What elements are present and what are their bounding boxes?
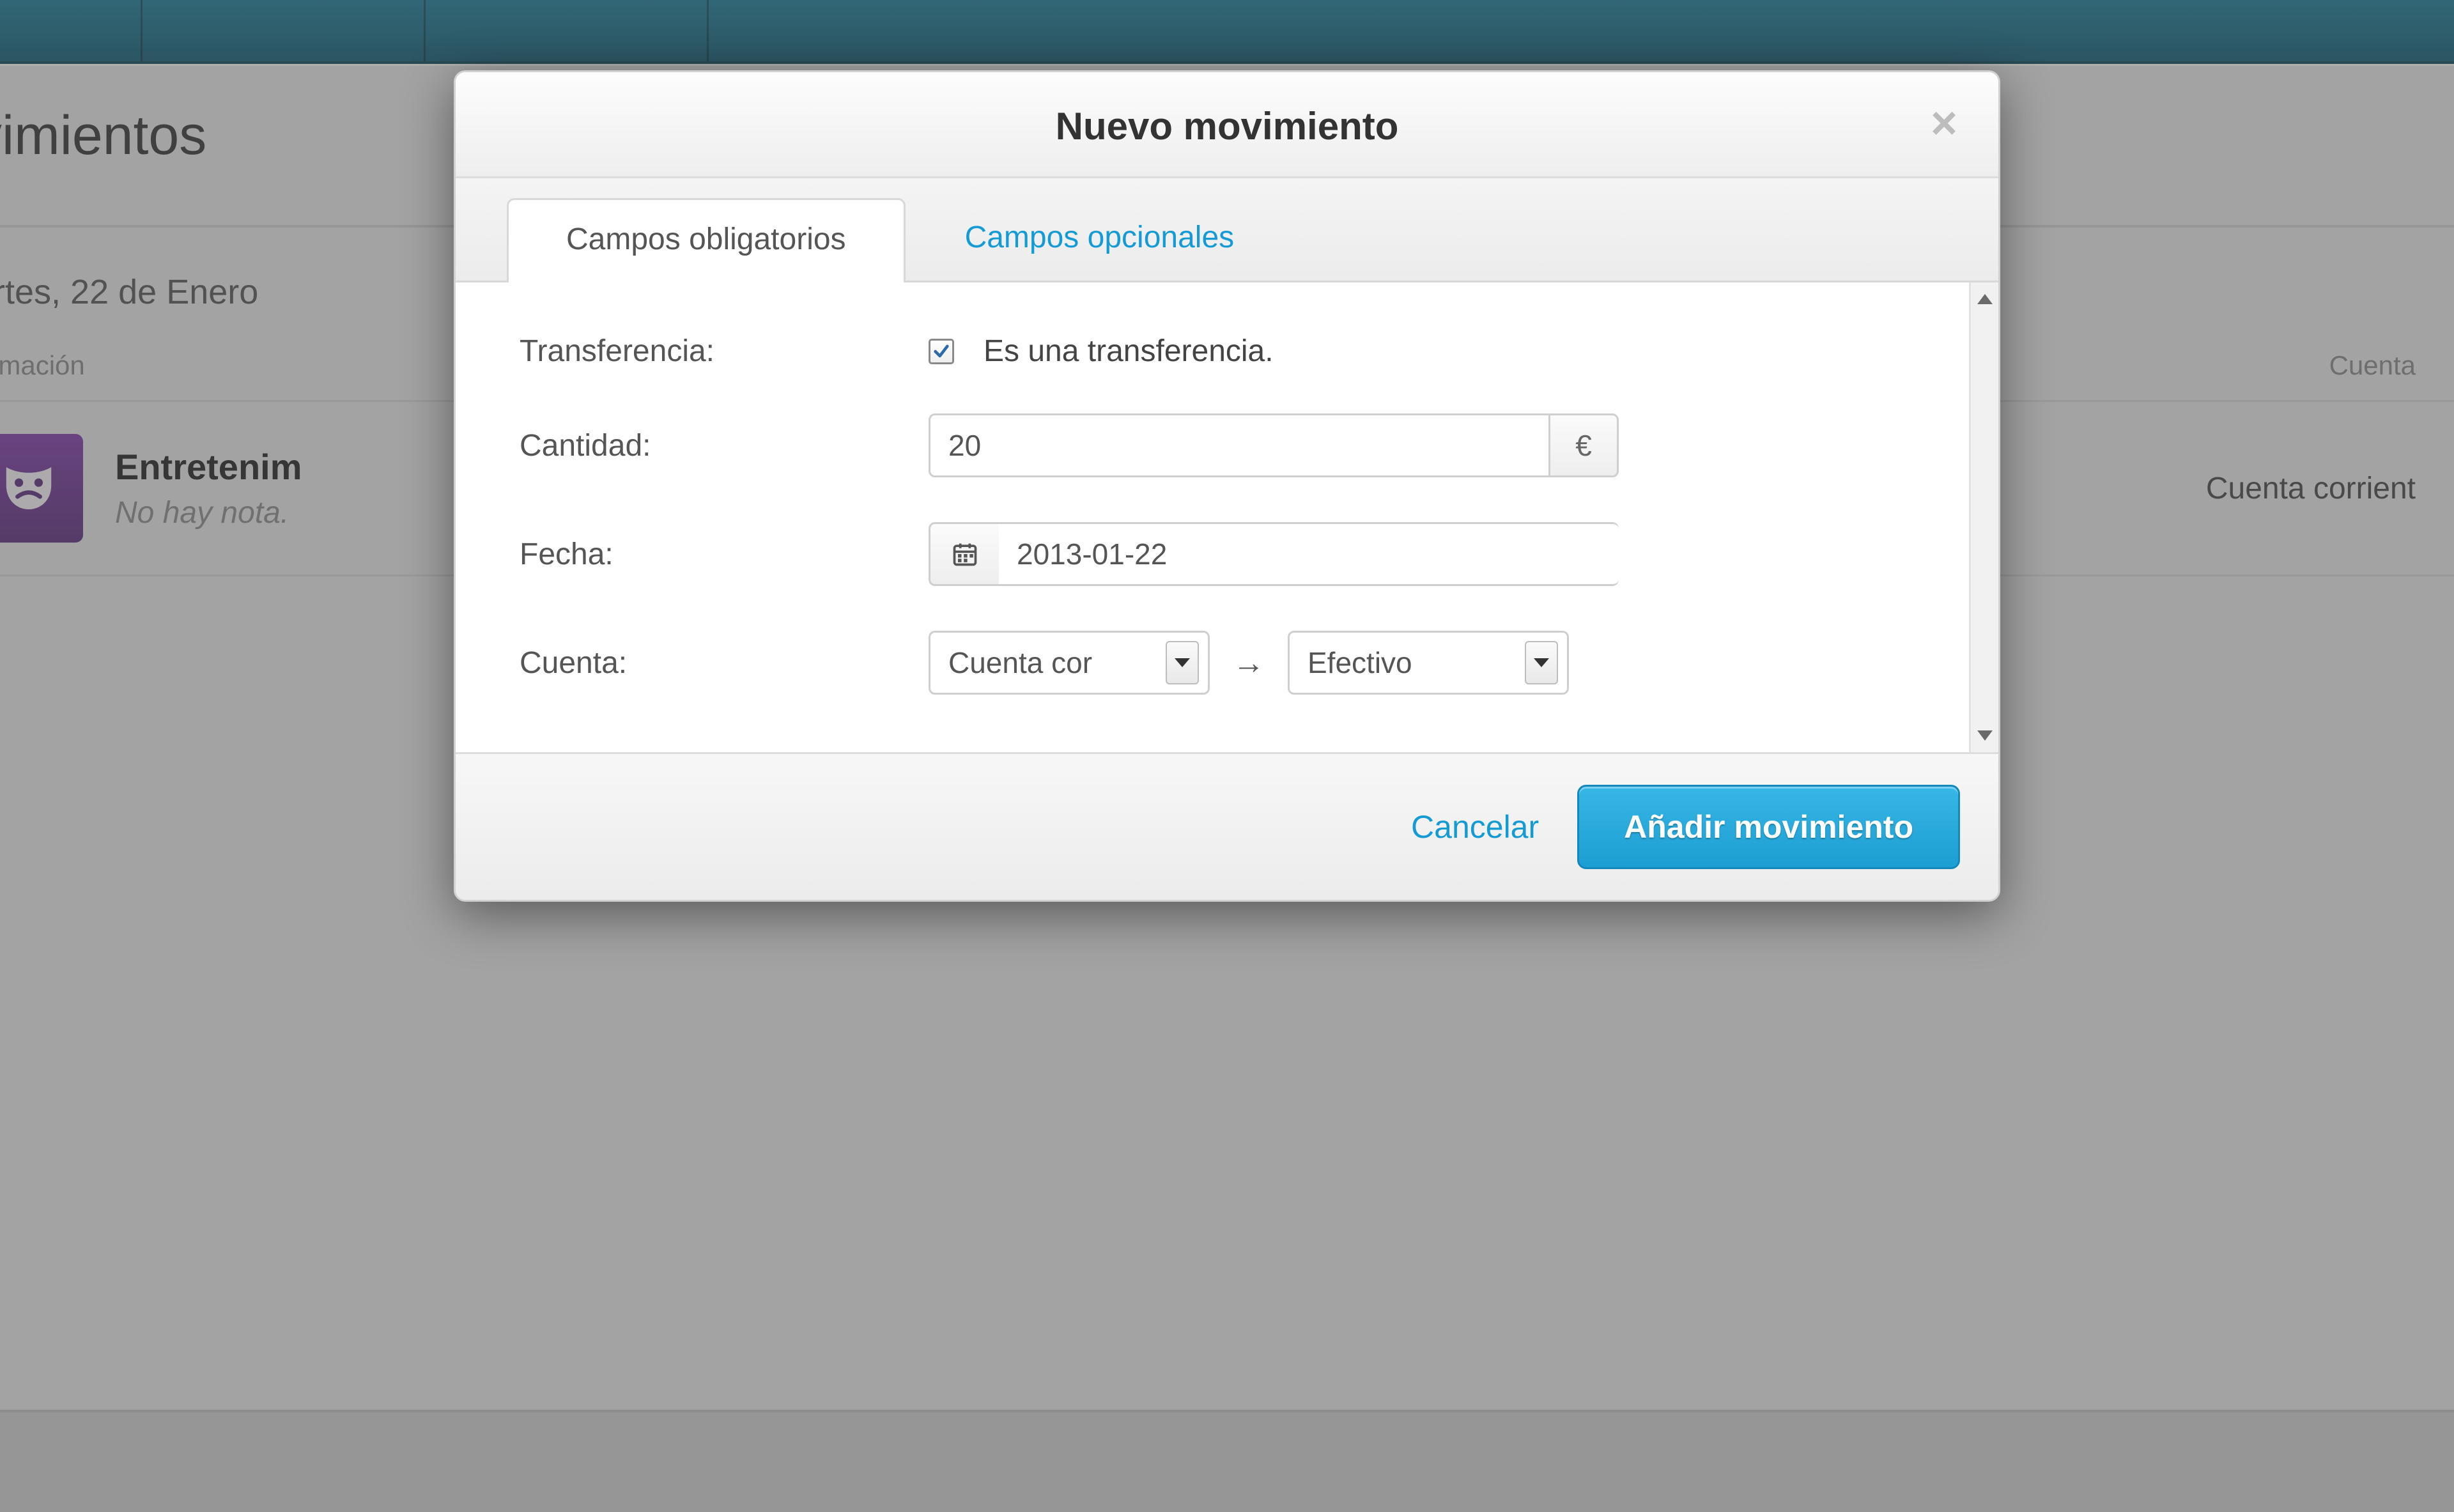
amount-label: Cantidad: [520,428,929,463]
add-movement-button[interactable]: Añadir movimiento [1577,785,1960,869]
modal-title: Nuevo movimiento [494,104,1960,148]
transfer-checkbox[interactable] [929,339,954,364]
account-label: Cuenta: [520,645,929,681]
modal-header: Nuevo movimiento × [456,72,1998,178]
account-from-select[interactable]: Cuenta cor [929,631,1210,695]
date-input[interactable] [999,522,1619,586]
calendar-icon[interactable] [929,522,999,586]
close-icon[interactable]: × [1925,104,1963,143]
scroll-down-icon[interactable] [1977,730,1993,741]
modal-tabs: Campos obligatorios Campos opcionales [456,178,1998,282]
cancel-button[interactable]: Cancelar [1411,808,1539,845]
modal-body: Transferencia: Es una transferencia. Can… [456,282,1969,752]
currency-addon: € [1548,413,1619,477]
tab-required-fields[interactable]: Campos obligatorios [507,198,906,282]
arrow-right-icon: → [1225,644,1272,681]
chevron-down-icon [1166,641,1199,684]
account-to-value: Efectivo [1308,645,1516,680]
transfer-checkbox-label: Es una transferencia. [984,334,1274,369]
account-to-select[interactable]: Efectivo [1288,631,1569,695]
scroll-up-icon[interactable] [1977,294,1993,304]
tab-optional-fields[interactable]: Campos opcionales [906,196,1294,281]
scrollbar[interactable] [1969,282,1998,752]
transfer-label: Transferencia: [520,334,929,369]
amount-input[interactable] [929,413,1548,477]
new-movement-modal: Nuevo movimiento × Campos obligatorios C… [454,70,2000,902]
modal-footer: Cancelar Añadir movimiento [456,752,1998,900]
account-from-value: Cuenta cor [948,645,1157,680]
chevron-down-icon [1525,641,1558,684]
date-label: Fecha: [520,537,929,572]
